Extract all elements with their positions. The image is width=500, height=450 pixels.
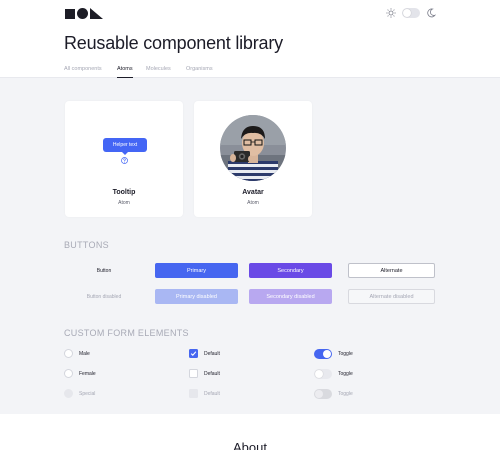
radio-button[interactable] [64,369,73,378]
radio-button-disabled [64,389,73,398]
logo-circle-icon [77,8,88,19]
secondary-disabled-button: Secondary disabled [249,289,332,304]
tab-molecules[interactable]: Molecules [146,66,171,77]
checkbox-label: Default [204,350,220,357]
components-area: Helper text Tooltip Atom Avatar Atom BUT… [0,78,500,414]
checkbox-default-checked[interactable]: Default [189,349,220,358]
section-title-buttons: BUTTONS [64,240,109,250]
section-title-form-elements: CUSTOM FORM ELEMENTS [64,328,189,338]
toggle-disabled: Toggle [314,389,353,399]
help-circle-icon[interactable] [121,157,128,164]
tooltip-arrow [122,152,128,155]
theme-switcher [386,8,436,18]
toggle-knob [315,370,323,378]
card-title: Tooltip [112,189,136,196]
checkbox-default-disabled: Default [189,389,220,398]
radio-label: Female [79,370,96,377]
tooltip-card[interactable]: Helper text Tooltip Atom [65,101,183,217]
radio-label: Special [79,390,96,397]
card-subtitle: Atom [118,200,130,206]
toggle-label: Toggle [338,391,353,397]
radio-option-female[interactable]: Female [64,369,96,378]
toggle-label: Toggle [338,351,353,357]
top-bar [0,0,500,30]
tooltip-bubble: Helper text [103,138,147,152]
toggle-label: Toggle [338,371,353,377]
toggle-on[interactable]: Toggle [314,349,353,359]
logo[interactable] [65,8,103,19]
checkbox-disabled [189,389,198,398]
button-row-label: Button [96,268,112,274]
checkbox[interactable] [189,369,198,378]
alternate-disabled-button: Alternate disabled [348,289,435,304]
tab-atoms[interactable]: Atoms [117,66,133,78]
logo-triangle-icon [90,8,103,19]
moon-icon [427,8,436,18]
avatar-image [220,115,286,181]
radio-option-male[interactable]: Male [64,349,90,358]
checkbox-default[interactable]: Default [189,369,220,378]
theme-toggle[interactable] [402,8,420,18]
toggle-switch-disabled [314,389,332,399]
logo-square-icon [65,8,75,19]
toggle-off[interactable]: Toggle [314,369,353,379]
card-subtitle: Atom [247,200,259,206]
toggle-knob [323,350,331,358]
checkbox[interactable] [189,349,198,358]
radio-option-special-disabled: Special [64,389,95,398]
tab-all-components[interactable]: All components [64,66,102,77]
button-disabled-row-label: Button disabled [86,294,122,300]
page-title: Reusable component library [64,33,283,53]
checkbox-label: Default [204,370,220,377]
checkmark-icon [190,351,197,357]
radio-label: Male [79,350,90,357]
avatar-card[interactable]: Avatar Atom [194,101,312,217]
card-title: Avatar [242,189,264,196]
tab-organisms[interactable]: Organisms [186,66,213,77]
tab-bar: All components Atoms Molecules Organisms [0,64,500,78]
sun-icon [386,8,396,18]
about-heading: About [233,440,267,450]
alternate-button[interactable]: Alternate [348,263,435,278]
toggle-switch[interactable] [314,349,332,359]
toggle-switch[interactable] [314,369,332,379]
theme-toggle-knob [403,9,411,17]
primary-button[interactable]: Primary [155,263,238,278]
toggle-knob [315,390,323,398]
secondary-button[interactable]: Secondary [249,263,332,278]
primary-disabled-button: Primary disabled [155,289,238,304]
radio-button[interactable] [64,349,73,358]
checkbox-label: Default [204,390,220,397]
